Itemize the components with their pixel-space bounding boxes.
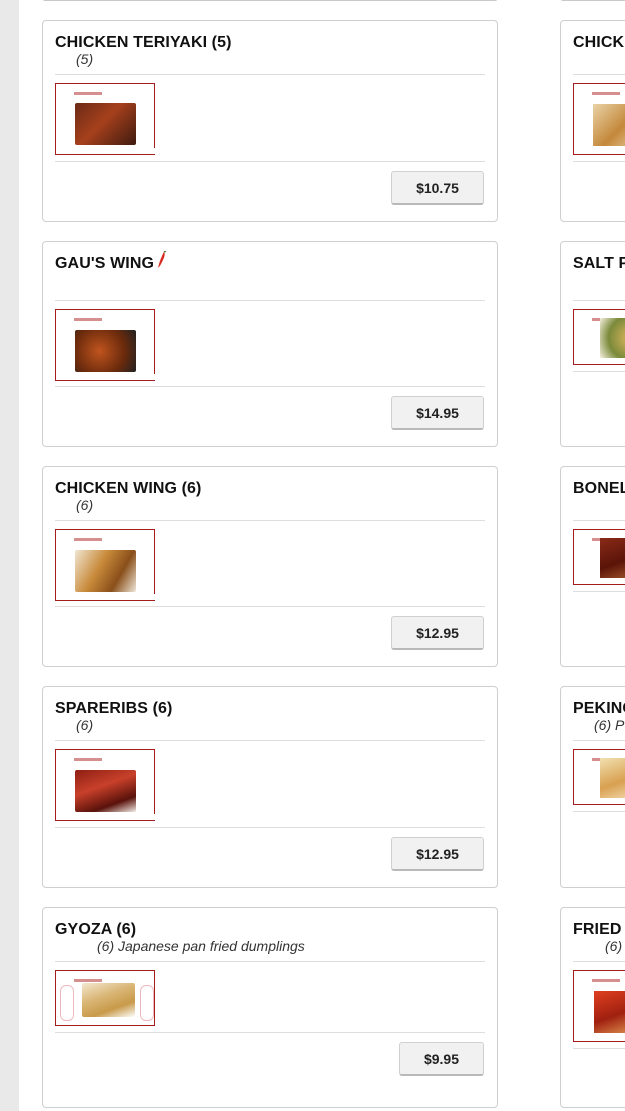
divider	[573, 961, 625, 962]
item-title: CHICKEN WING (6)	[55, 480, 202, 497]
item-title: SPARERIBS (6)	[55, 700, 173, 717]
item-description: (6)	[76, 717, 94, 733]
previous-card-edge	[42, 0, 498, 1]
add-to-order-button[interactable]: $10.75	[391, 171, 484, 205]
divider	[573, 74, 625, 75]
item-title: FRIED	[573, 921, 622, 938]
menu-item-card[interactable]: BONEL	[560, 466, 625, 667]
menu-item-card[interactable]: PEKING (6) P	[560, 686, 625, 888]
item-image[interactable]	[573, 970, 625, 1042]
item-image[interactable]	[55, 749, 155, 821]
item-description: (6) P	[594, 717, 625, 733]
divider	[573, 300, 625, 301]
item-image[interactable]	[573, 309, 625, 365]
divider	[573, 1048, 625, 1049]
divider	[573, 520, 625, 521]
add-to-order-button[interactable]: $14.95	[391, 396, 484, 430]
item-image[interactable]	[573, 529, 625, 585]
menu-item-card[interactable]: CHICKEN TERIYAKI (5) (5) $10.75	[42, 20, 498, 222]
menu-item-card[interactable]: GAU'S WING $14.95	[42, 241, 498, 447]
item-description: (6) Japanese pan fried dumplings	[97, 938, 305, 954]
item-description: (6)	[76, 497, 94, 513]
previous-card-edge	[560, 0, 625, 1]
item-title: BONEL	[573, 480, 625, 497]
add-to-order-button[interactable]: $9.95	[399, 1042, 484, 1076]
divider	[55, 961, 485, 962]
divider	[573, 161, 625, 162]
divider	[55, 161, 485, 162]
item-title: GYOZA (6)	[55, 921, 137, 938]
item-description: (6)	[605, 938, 623, 954]
menu-item-card[interactable]: FRIED (6)	[560, 907, 625, 1108]
divider	[55, 300, 485, 301]
item-title-text: GAU'S WING	[55, 255, 155, 272]
menu-item-card[interactable]: CHICK	[560, 20, 625, 222]
divider	[55, 606, 485, 607]
item-image[interactable]	[55, 970, 155, 1026]
item-title: CHICK	[573, 34, 625, 51]
add-to-order-button[interactable]: $12.95	[391, 616, 484, 650]
item-image[interactable]	[55, 83, 155, 155]
divider	[55, 1032, 485, 1033]
menu-page: CHICKEN TERIYAKI (5) (5) $10.75 GAU'S WI…	[19, 0, 625, 1111]
menu-item-card[interactable]: SALT P	[560, 241, 625, 447]
divider	[55, 520, 485, 521]
item-title: CHICKEN TERIYAKI (5)	[55, 34, 232, 51]
divider	[573, 811, 625, 812]
menu-item-card[interactable]: CHICKEN WING (6) (6) $12.95	[42, 466, 498, 667]
item-title: GAU'S WING	[55, 250, 167, 274]
menu-item-card[interactable]: SPARERIBS (6) (6) $12.95	[42, 686, 498, 888]
item-description: (5)	[76, 51, 94, 67]
item-title: SALT P	[573, 255, 625, 272]
add-to-order-button[interactable]: $12.95	[391, 837, 484, 871]
divider	[55, 386, 485, 387]
chili-pepper-icon	[157, 250, 167, 274]
divider	[573, 591, 625, 592]
divider	[573, 371, 625, 372]
divider	[55, 827, 485, 828]
item-image[interactable]	[573, 83, 625, 155]
item-image[interactable]	[573, 749, 625, 805]
menu-item-card[interactable]: GYOZA (6) (6) Japanese pan fried dumplin…	[42, 907, 498, 1108]
divider	[55, 740, 485, 741]
divider	[55, 74, 485, 75]
divider	[573, 740, 625, 741]
item-title: PEKING	[573, 700, 625, 717]
item-image[interactable]	[55, 309, 155, 381]
item-image[interactable]	[55, 529, 155, 601]
